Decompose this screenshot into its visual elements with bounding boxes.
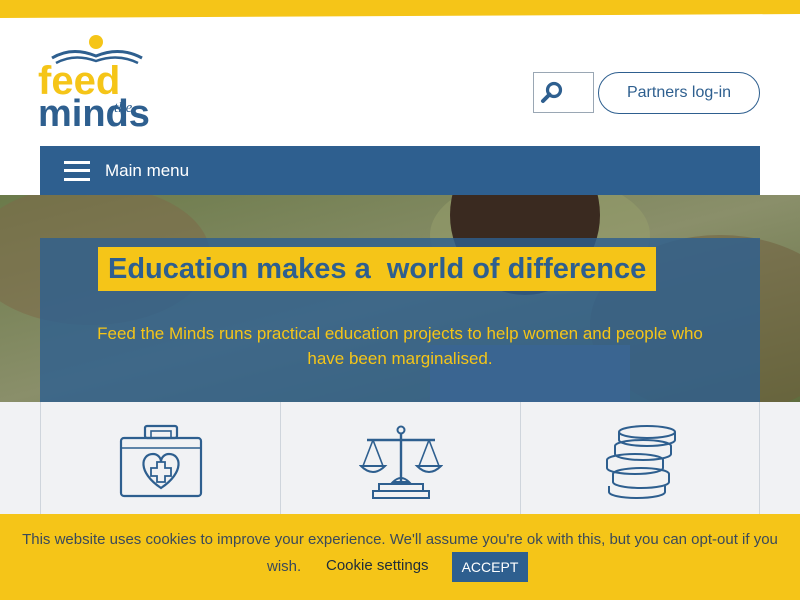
medical-kit-heart-icon — [119, 424, 203, 500]
hero-title: Education makes a world of difference — [98, 247, 657, 291]
main-menu-toggle[interactable]: Main menu — [40, 146, 760, 195]
hamburger-icon — [64, 160, 90, 181]
search-input[interactable] — [566, 75, 592, 110]
partners-login-button[interactable]: Partners log-in — [598, 72, 760, 114]
logo-word-minds: minds — [38, 93, 150, 132]
main-menu-label: Main menu — [105, 160, 190, 180]
search-icon[interactable] — [540, 81, 564, 105]
cookie-accept-button[interactable]: ACCEPT — [452, 552, 528, 582]
site-header: feed the minds Partners log-in — [0, 18, 800, 146]
coin-stack-icon — [599, 424, 683, 500]
scales-of-justice-icon — [359, 424, 443, 500]
cookie-consent-bar: This website uses cookies to improve you… — [0, 514, 800, 600]
search-box[interactable] — [533, 72, 594, 113]
hero-subtitle: Feed the Minds runs practical education … — [97, 324, 703, 368]
top-accent-stripe — [0, 0, 800, 18]
hero-banner: Education makes a world of difference Fe… — [0, 195, 800, 402]
cookie-message-end: wish. — [267, 558, 302, 575]
cookie-message: This website uses cookies to improve you… — [22, 531, 778, 548]
site-logo[interactable]: feed the minds — [38, 32, 158, 132]
cookie-settings-link[interactable]: Cookie settings — [326, 557, 429, 574]
